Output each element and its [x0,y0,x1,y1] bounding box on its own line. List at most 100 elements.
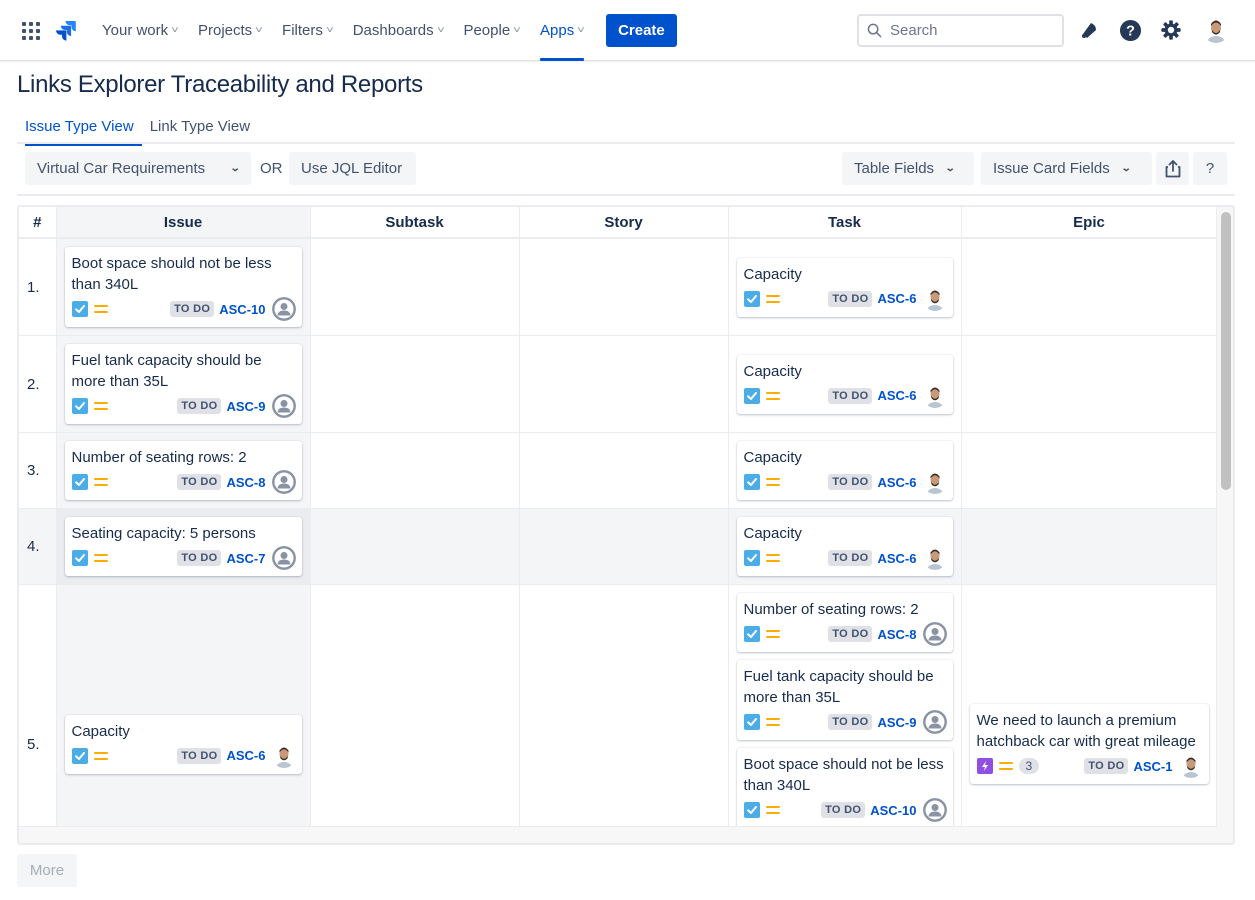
create-button[interactable]: Create [606,14,677,47]
assignee-avatar[interactable] [922,470,947,494]
nav-item-your-work[interactable]: Your work ˅ [92,0,188,61]
issue-key-link[interactable]: ASC-8 [226,475,265,490]
issue-card[interactable]: Boot space should not be less than 340L T… [736,748,953,826]
column-header-epic[interactable]: Epic [961,207,1216,239]
issue-card[interactable]: Number of seating rows: 2 TO DO ASC-8 [64,441,302,500]
nav-item-dashboards[interactable]: Dashboards ˅ [343,0,454,61]
nav-item-label: Filters [282,22,323,39]
issue-key-link[interactable]: ASC-6 [877,291,916,306]
issue-card[interactable]: Capacity TO DO ASC-6 [64,714,302,774]
assignee-avatar[interactable] [922,710,947,734]
filter-select[interactable]: Virtual Car Requirements ⌄ [25,152,251,185]
issue-card-fields-dropdown[interactable]: Issue Card Fields ⌄ [981,152,1152,185]
status-badge: TO DO [177,398,222,414]
issue-card[interactable]: Boot space should not be less than 340L T… [64,247,302,327]
table-fields-dropdown[interactable]: Table Fields ⌄ [842,152,974,185]
nav-item-apps[interactable]: Apps ˅ [530,0,594,61]
issue-card[interactable]: Capacity TO DO ASC-6 [736,354,953,414]
nav-item-label: People [463,22,511,39]
assignee-avatar[interactable] [922,546,947,570]
issue-card-title: Capacity [743,525,802,542]
column-header-task[interactable]: Task [728,207,962,239]
assignee-avatar[interactable] [271,394,296,418]
issue-card-title: Boot space should not be less than 340L [71,255,272,293]
issue-key-link[interactable]: ASC-7 [226,551,265,566]
nav-item-filters[interactable]: Filters ˅ [272,0,343,61]
issue-card[interactable]: Fuel tank capacity should be more than 3… [64,344,302,424]
notifications-icon[interactable] [1077,18,1101,42]
epic-cell [961,432,1216,509]
assignee-avatar[interactable] [271,546,296,570]
scrollbar-thumb[interactable] [1221,212,1231,490]
issue-key-link[interactable]: ASC-9 [877,715,916,730]
chevron-down-icon: ⌄ [229,163,241,174]
priority-medium-icon [93,304,108,314]
issue-cell: Boot space should not be less than 340L T… [56,238,311,336]
status-badge: TO DO [1084,758,1129,774]
issue-key-link[interactable]: ASC-10 [870,803,916,818]
issue-key-link[interactable]: ASC-10 [219,302,265,317]
table-row: 3. Number of seating rows: 2 TO DO ASC-8 Cap… [19,432,1216,509]
nav-item-people[interactable]: People ˅ [453,0,530,61]
settings-icon[interactable] [1159,18,1183,42]
search-input[interactable] [890,22,1050,39]
priority-medium-icon [765,477,780,487]
nav-item-projects[interactable]: Projects ˅ [188,0,272,61]
status-badge: TO DO [177,550,222,566]
task-cell: Capacity TO DO ASC-6 [728,432,962,509]
issue-key-link[interactable]: ASC-6 [877,475,916,490]
use-jql-editor-button[interactable]: Use JQL Editor [289,152,416,185]
column-header-subtask[interactable]: Subtask [310,207,520,239]
issue-cell: Number of seating rows: 2 TO DO ASC-8 [56,432,311,509]
help-button[interactable]: ? [1193,152,1227,185]
export-button[interactable] [1156,152,1189,185]
user-avatar[interactable] [1203,17,1229,43]
help-icon[interactable]: ? [1118,18,1142,42]
assignee-avatar[interactable] [922,383,947,408]
issue-card[interactable]: Capacity TO DO ASC-6 [736,257,953,317]
apps-grid-icon[interactable] [22,22,40,40]
nav-item-label: Dashboards [352,22,434,39]
task-type-icon [71,550,88,566]
assignee-avatar[interactable] [922,798,947,822]
assignee-avatar[interactable] [271,743,296,768]
issue-key-link[interactable]: ASC-9 [226,399,265,414]
more-button[interactable]: More [17,854,77,887]
search-input-wrapper[interactable] [857,14,1064,47]
issue-card[interactable]: We need to launch a premium hatchback ca… [969,704,1209,784]
chevron-down-icon: ˅ [513,25,521,36]
assignee-avatar[interactable] [922,286,947,311]
row-number: 3. [19,432,57,509]
issue-key-link[interactable]: ASC-6 [877,388,916,403]
issue-card-title: Boot space should not be less than 340L [743,756,944,794]
issue-card[interactable]: Seating capacity: 5 persons TO DO ASC-7 [64,517,302,576]
status-badge: TO DO [828,550,873,566]
issue-card[interactable]: Fuel tank capacity should be more than 3… [736,660,953,740]
table-row: 1. Boot space should not be less than 340… [19,238,1216,336]
task-type-icon [71,474,88,490]
tab-issue-type-view[interactable]: Issue Type View [17,110,142,146]
table-fields-label: Table Fields [854,160,935,177]
issue-key-link[interactable]: ASC-6 [877,551,916,566]
row-number: 5. [19,584,57,826]
chevron-down-icon: ˅ [577,25,585,36]
assignee-avatar[interactable] [271,297,296,321]
tab-link-type-view[interactable]: Link Type View [142,110,258,144]
assignee-avatar[interactable] [271,470,296,494]
issue-key-link[interactable]: ASC-1 [1133,759,1172,774]
issue-card[interactable]: Capacity TO DO ASC-6 [736,517,953,576]
issue-card[interactable]: Number of seating rows: 2 TO DO ASC-8 [736,593,953,652]
issue-card[interactable]: Capacity TO DO ASC-6 [736,441,953,500]
assignee-avatar[interactable] [922,622,947,646]
jira-logo-icon[interactable] [55,19,77,41]
issue-key-link[interactable]: ASC-8 [877,627,916,642]
table-scroll-area[interactable]: # Issue Subtask Story Task Epic 1. Boot s… [19,207,1217,827]
assignee-avatar[interactable] [1178,754,1203,778]
page-title: Links Explorer Traceability and Reports [17,71,423,98]
or-label: OR [260,160,283,177]
column-header-issue[interactable]: Issue [56,207,311,239]
column-header-story[interactable]: Story [519,207,729,239]
issue-key-link[interactable]: ASC-6 [226,748,265,763]
table-scrollbar[interactable] [1219,209,1233,825]
nav-item-label: Apps [540,22,575,39]
